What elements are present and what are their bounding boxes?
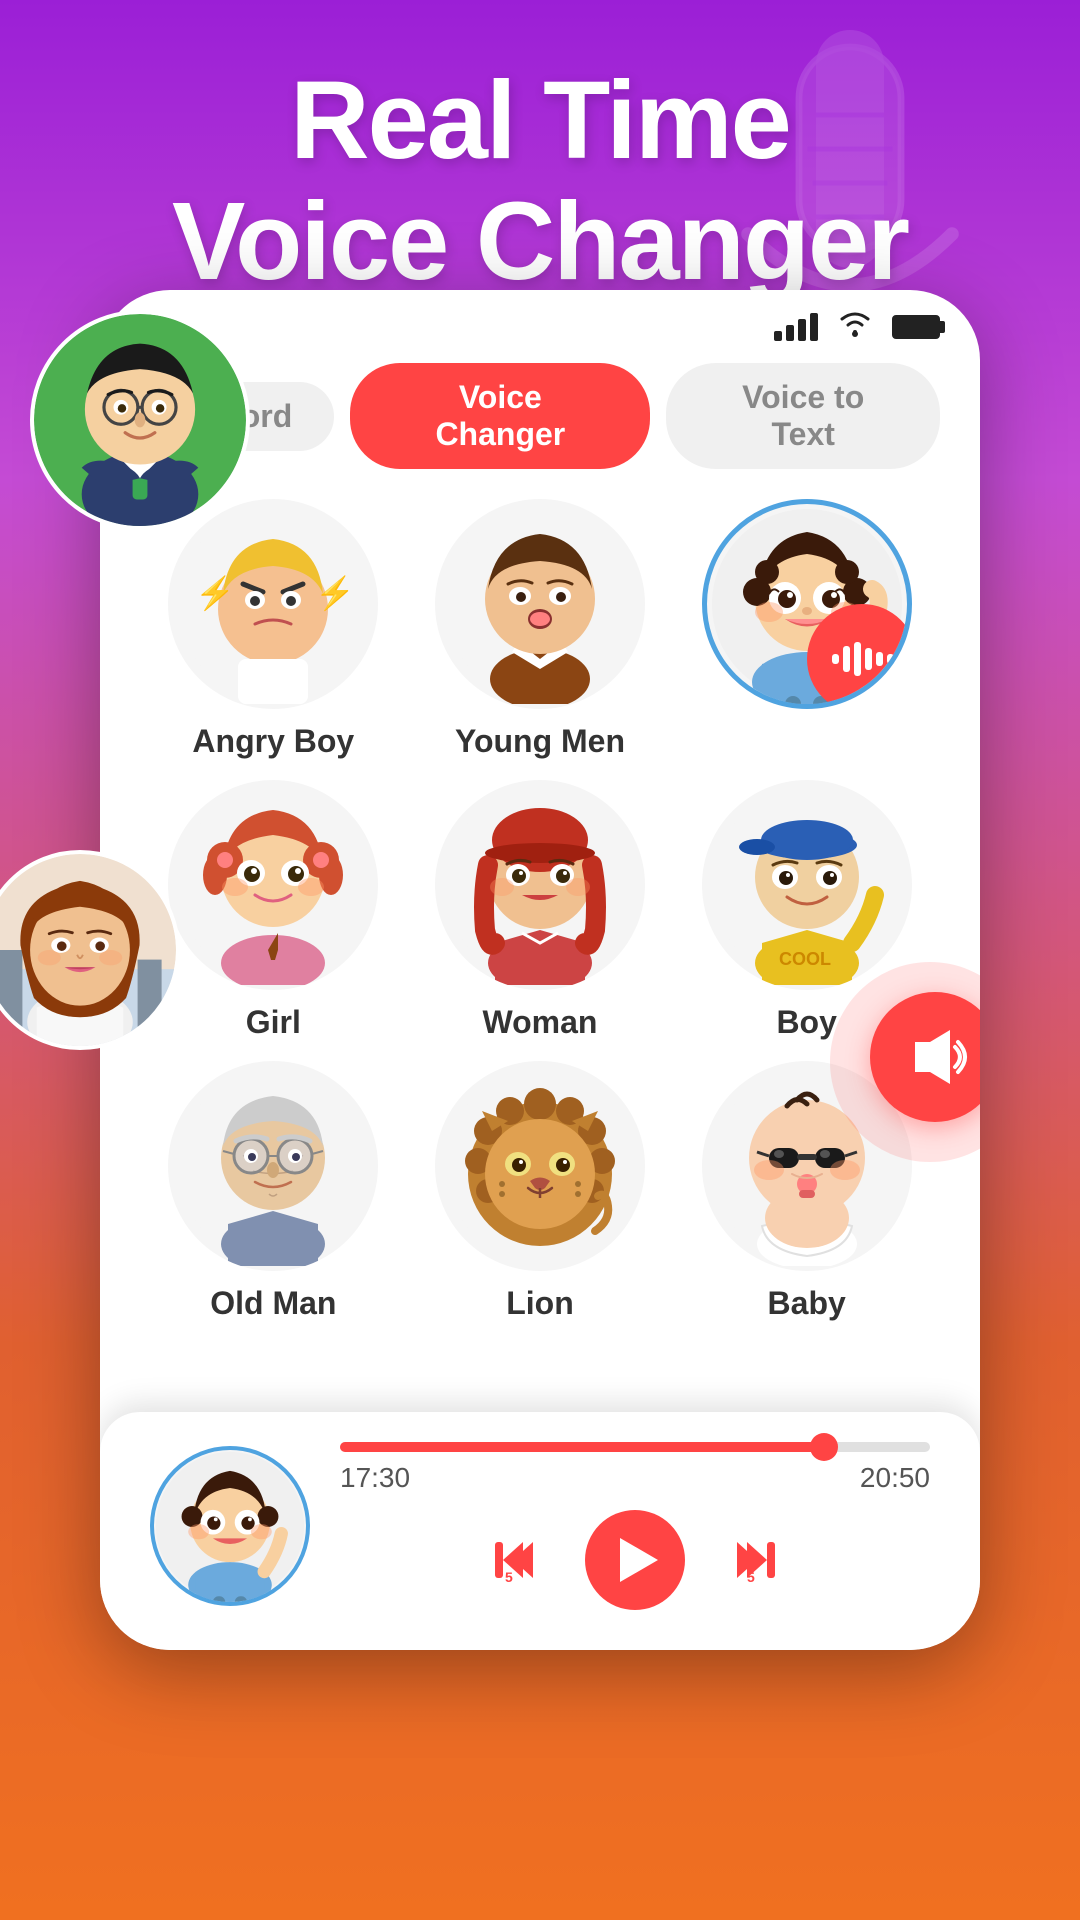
player-avatar (150, 1446, 310, 1606)
battery-icon (892, 315, 940, 339)
progress-bar[interactable] (340, 1442, 930, 1452)
svg-text:⚡: ⚡ (195, 575, 235, 612)
sound-wave-badge (807, 604, 912, 709)
voice-item-old-man[interactable]: Old Man (150, 1061, 397, 1322)
voice-label-old-man: Old Man (210, 1285, 336, 1322)
wifi-icon (836, 308, 874, 345)
voice-item-child[interactable] (683, 499, 930, 760)
svg-text:COOL: COOL (779, 949, 831, 969)
total-time: 20:50 (860, 1462, 930, 1494)
svg-text:5: 5 (505, 1569, 513, 1585)
player-controls-area: 17:30 20:50 5 (340, 1442, 930, 1610)
play-icon (620, 1538, 658, 1582)
rewind-button[interactable]: 5 (485, 1530, 545, 1590)
voice-label-angry-boy: Angry Boy (192, 723, 354, 760)
voice-grid: ⚡ ⚡ Angry Boy (100, 489, 980, 1342)
voice-avatar-woman (435, 780, 645, 990)
voice-label-baby: Baby (768, 1285, 846, 1322)
voice-avatar-boy: COOL (702, 780, 912, 990)
player-content: 17:30 20:50 5 (150, 1442, 930, 1610)
svg-text:5: 5 (747, 1569, 755, 1585)
app-title: Real Time Voice Changer (0, 60, 1080, 302)
tab-voice-changer[interactable]: Voice Changer (350, 363, 650, 469)
progress-thumb (810, 1433, 838, 1461)
media-player: 17:30 20:50 5 (100, 1412, 980, 1650)
voice-label-young-men: Young Men (455, 723, 625, 760)
player-controls: 5 5 (340, 1510, 930, 1610)
time-display: 17:30 20:50 (340, 1462, 930, 1494)
voice-item-girl[interactable]: Girl (150, 780, 397, 1041)
voice-label-woman: Woman (483, 1004, 598, 1041)
voice-label-lion: Lion (506, 1285, 574, 1322)
play-button[interactable] (585, 1510, 685, 1610)
voice-avatar-girl (168, 780, 378, 990)
current-time: 17:30 (340, 1462, 410, 1494)
voice-avatar-old-man (168, 1061, 378, 1271)
voice-avatar-angry-boy: ⚡ ⚡ (168, 499, 378, 709)
header: Real Time Voice Changer (0, 0, 1080, 332)
voice-item-lion[interactable]: Lion (417, 1061, 664, 1322)
svg-text:⚡: ⚡ (315, 575, 355, 612)
voice-label-boy: Boy (776, 1004, 836, 1041)
tab-voice-to-text[interactable]: Voice to Text (666, 363, 940, 469)
voice-avatar-young-men (435, 499, 645, 709)
float-avatar-professor (30, 310, 250, 530)
phone-frame: Record Voice Changer Voice to Text (100, 290, 980, 1650)
voice-avatar-lion (435, 1061, 645, 1271)
progress-fill (340, 1442, 824, 1452)
voice-item-woman[interactable]: Woman (417, 780, 664, 1041)
voice-avatar-child (702, 499, 912, 709)
status-bar (100, 290, 980, 353)
voice-label-girl: Girl (246, 1004, 301, 1041)
signal-icon (774, 313, 818, 341)
voice-item-young-men[interactable]: Young Men (417, 499, 664, 760)
forward-button[interactable]: 5 (725, 1530, 785, 1590)
voice-item-angry-boy[interactable]: ⚡ ⚡ Angry Boy (150, 499, 397, 760)
